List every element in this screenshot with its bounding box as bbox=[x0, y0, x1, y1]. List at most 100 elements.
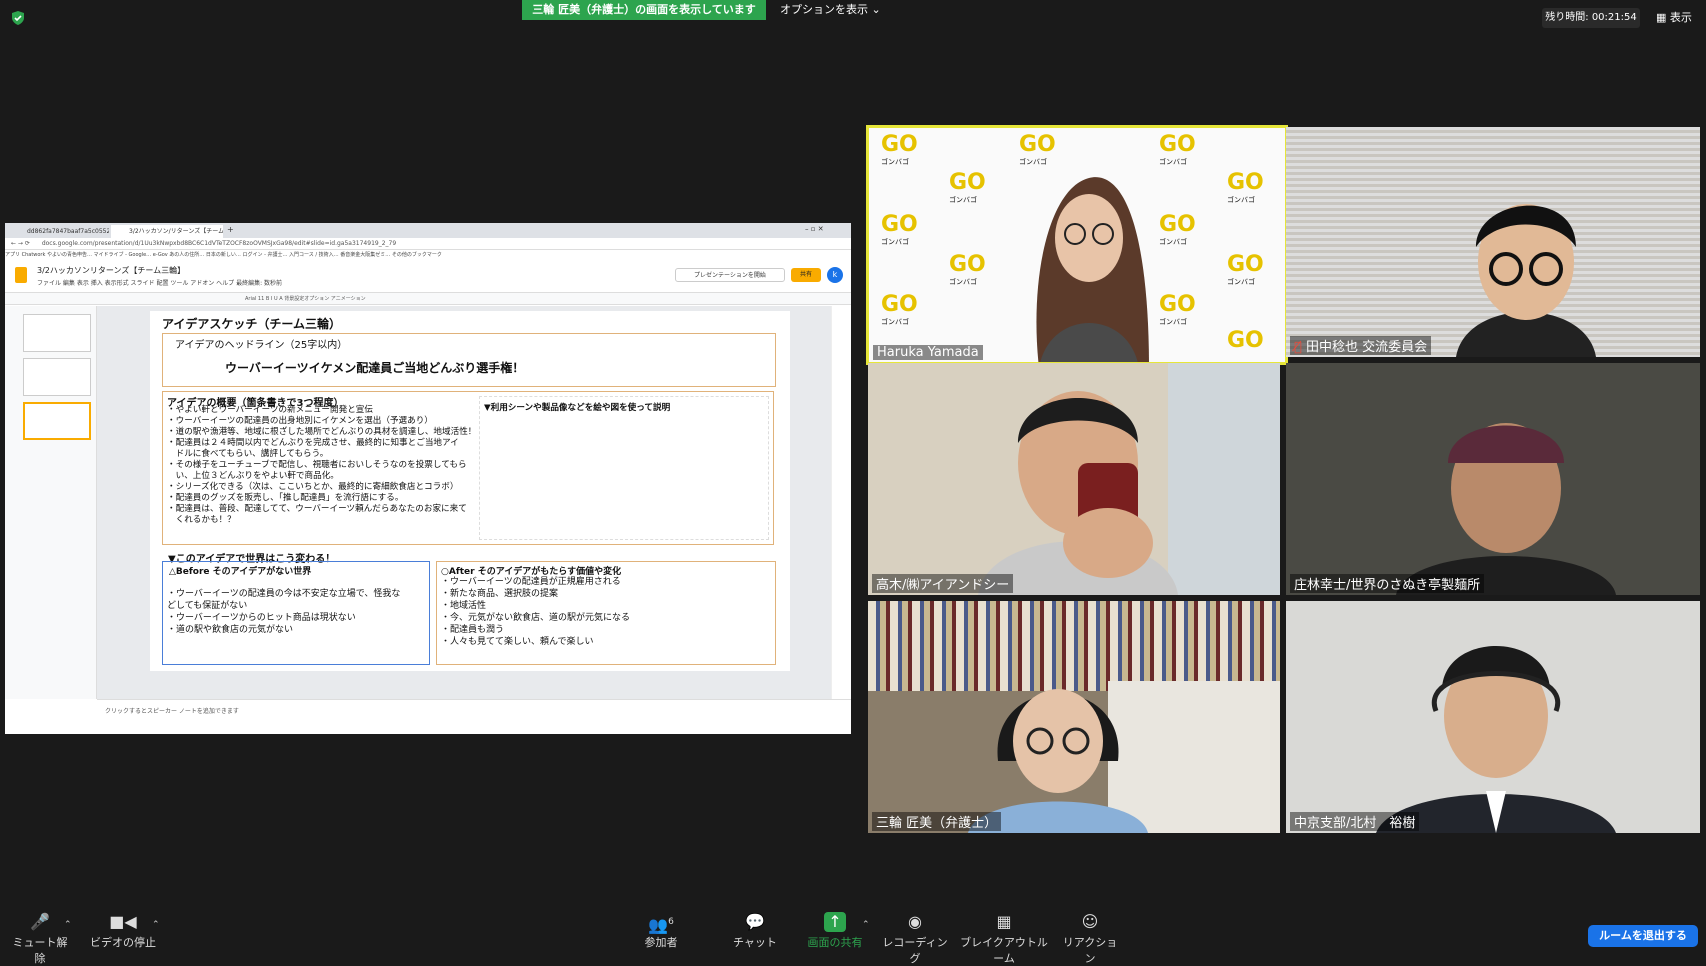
share-screen-button[interactable]: ↑ 画面の共有 bbox=[800, 912, 870, 950]
record-label: レコーディング bbox=[882, 936, 948, 965]
summary-item: ・やよい軒とウーバーイーツの新メニュー開発と宣伝 bbox=[167, 405, 373, 415]
slide-thumbnails bbox=[5, 306, 97, 699]
slide[interactable]: アイデアスケッチ（チーム三輪） アイデアのヘッドライン（25字以内） ウーバーイ… bbox=[150, 311, 790, 671]
grid-icon: ▦ bbox=[1656, 11, 1670, 24]
slides-logo-icon bbox=[15, 267, 27, 283]
go-logo: GO ゴンバゴ bbox=[881, 212, 918, 246]
after-item: ・新たな商品、選択肢の提案 bbox=[441, 589, 559, 599]
participant-video bbox=[1036, 177, 1149, 362]
go-logo: GO ゴンバゴ bbox=[1227, 252, 1264, 286]
record-button[interactable]: ◉ レコーディング bbox=[880, 912, 950, 966]
before-item: ・ウーバーイーツからのヒット商品は現状ない bbox=[167, 613, 356, 623]
participant-name: 三輪 匠美（弁護士） bbox=[872, 812, 1002, 831]
before-box[interactable]: △Before そのアイデアがない世界 ・ウーバーイーツの配達員の今は不安定な立… bbox=[162, 561, 430, 665]
go-logo: GO ゴンバゴ bbox=[949, 252, 986, 286]
breakout-rooms-icon: ▦ bbox=[996, 912, 1012, 931]
video-label: ビデオの停止 bbox=[90, 936, 156, 949]
participant-name: 庄林幸士/世界のさぬき亭製麺所 bbox=[1290, 574, 1485, 593]
view-mode-button[interactable]: ▦ 表示 bbox=[1656, 8, 1702, 28]
chat-icon: 💬 bbox=[745, 912, 765, 931]
chat-button[interactable]: 💬 チャット bbox=[732, 912, 778, 950]
go-logo: GO ゴンバゴ bbox=[1159, 292, 1196, 326]
chat-label: チャット bbox=[733, 936, 777, 949]
notes-placeholder: クリックするとスピーカー ノートを追加できます bbox=[105, 708, 239, 715]
go-logo: GO ゴンバゴ bbox=[1227, 170, 1264, 204]
mic-muted-icon: 🎙̸ bbox=[1294, 340, 1306, 355]
stop-video-button[interactable]: ■◀ ビデオの停止 bbox=[88, 912, 158, 950]
usage-box[interactable]: ▼利用シーンや製品像などを絵や図を使って説明 bbox=[479, 396, 769, 540]
video-tile[interactable]: 高木/㈱アイアンドシー bbox=[868, 363, 1280, 595]
breakout-label: ブレイクアウトルーム bbox=[960, 936, 1048, 965]
reaction-smiley-icon: ☺ bbox=[1081, 912, 1099, 931]
window-controls-icon[interactable]: – ▫ ✕ bbox=[805, 225, 824, 233]
share-options-caret-icon[interactable]: ⌃ bbox=[862, 920, 870, 930]
menu-bar[interactable]: ファイル 編集 表示 挿入 表示形式 スライド 配置 ツール アドオン ヘルプ … bbox=[37, 278, 282, 287]
after-item: ・地域活性 bbox=[441, 601, 487, 611]
after-item: ・人々も見てて楽しい、頼んで楽しい bbox=[441, 637, 594, 647]
go-logo: GO ゴンバゴ bbox=[1159, 132, 1196, 166]
summary-item: い、上位３どんぶりをやよい軒で商品化。 bbox=[167, 471, 339, 481]
video-tile[interactable]: 三輪 匠美（弁護士） bbox=[868, 601, 1280, 833]
slide-title: アイデアスケッチ（チーム三輪） bbox=[162, 317, 342, 331]
breakout-rooms-button[interactable]: ▦ ブレイクアウトルーム bbox=[956, 912, 1052, 966]
video-tile[interactable]: 中京支部/北村 裕樹 bbox=[1286, 601, 1700, 833]
participants-button[interactable]: 👥6 参加者 bbox=[636, 912, 686, 950]
share-label: 画面の共有 bbox=[807, 936, 863, 949]
video-options-caret-icon[interactable]: ⌃ bbox=[152, 920, 160, 930]
browser-tab-bar: dd862fa7847baaf7a5c0552186... 3/2ハッカソン/リ… bbox=[5, 223, 851, 238]
after-list: ・ウーバーイーツの配達員が正規雇用される ・新たな商品、選択肢の提案 ・地域活性… bbox=[441, 576, 630, 648]
browser-tab[interactable]: dd862fa7847baaf7a5c0552186... bbox=[9, 225, 109, 238]
before-item: どしても保証がない bbox=[167, 601, 248, 611]
mute-label: ミュート解除 bbox=[12, 936, 68, 965]
headline-box[interactable]: アイデアのヘッドライン（25字以内） ウーバーイーツイケメン配達員ご当地どんぶり… bbox=[162, 333, 776, 387]
participant-video bbox=[1456, 204, 1596, 357]
audio-options-caret-icon[interactable]: ⌃ bbox=[64, 920, 72, 930]
url-text: docs.google.com/presentation/d/1Uu3kNwpx… bbox=[41, 240, 397, 247]
nav-arrows-icon[interactable]: ← → ⟳ bbox=[11, 240, 30, 247]
present-button[interactable]: プレゼンテーションを開始 bbox=[675, 268, 785, 282]
mute-button[interactable]: 🎤 ミュート解除 bbox=[8, 912, 72, 966]
summary-item: ドルに食べてもらい、講評してもらう。 bbox=[167, 449, 329, 459]
video-tile[interactable]: 庄林幸士/世界のさぬき亭製麺所 bbox=[1286, 363, 1700, 595]
before-list: ・ウーバーイーツの配達員の今は不安定な立場で、怪我な どしても保証がない ・ウー… bbox=[167, 588, 400, 636]
participant-video bbox=[968, 689, 1148, 833]
participant-video bbox=[978, 391, 1178, 595]
browser-tab-active[interactable]: 3/2ハッカソン/リターンズ【チーム三輪】 bbox=[111, 225, 223, 238]
new-tab-icon[interactable]: + bbox=[227, 225, 234, 234]
before-item: ・ウーバーイーツの配達員の今は不安定な立場で、怪我な bbox=[167, 589, 401, 599]
leave-room-button[interactable]: ルームを退出する bbox=[1588, 925, 1698, 947]
document-title[interactable]: 3/2ハッカソンリターンズ【チーム三輪】 bbox=[37, 265, 185, 276]
go-logo: GO ゴンバゴ bbox=[949, 170, 986, 204]
reactions-button[interactable]: ☺ リアクション bbox=[1062, 912, 1118, 966]
editor-toolbar[interactable]: Arial 11 B I U A 背景設定オプション アニメーション bbox=[5, 293, 851, 305]
participants-label: 参加者 bbox=[644, 936, 678, 949]
after-box[interactable]: ○After そのアイデアがもたらす価値や変化 ・ウーバーイーツの配達員が正規雇… bbox=[436, 561, 776, 665]
participant-name: 中京支部/北村 裕樹 bbox=[1290, 812, 1420, 831]
view-label: 表示 bbox=[1669, 11, 1692, 24]
usage-label: ▼利用シーンや製品像などを絵や図を使って説明 bbox=[484, 403, 671, 413]
slides-app-bar: 3/2ハッカソンリターンズ【チーム三輪】 ファイル 編集 表示 挿入 表示形式 … bbox=[5, 261, 851, 293]
security-shield-icon[interactable] bbox=[10, 10, 26, 26]
docs-share-button[interactable]: 共有 bbox=[791, 268, 821, 282]
slide-thumbnail-selected[interactable] bbox=[23, 402, 91, 440]
participant-name: Haruka Yamada bbox=[873, 345, 983, 360]
go-logo: GO ゴンバゴ bbox=[1159, 212, 1196, 246]
participant-name: 🎙̸ 田中稔也 交流委員会 bbox=[1290, 336, 1432, 355]
view-options-button[interactable]: オプションを表示 ⌄ bbox=[780, 0, 890, 20]
address-bar[interactable]: ← → ⟳ docs.google.com/presentation/d/1Uu… bbox=[5, 238, 851, 250]
video-tile[interactable]: 🎙̸ 田中稔也 交流委員会 bbox=[1286, 127, 1700, 357]
summary-list: ・やよい軒とウーバーイーツの新メニュー開発と宣伝 ・ウーバーイーツの配達員の出身… bbox=[167, 405, 483, 526]
user-avatar[interactable]: k bbox=[827, 267, 843, 283]
speaker-notes[interactable]: クリックするとスピーカー ノートを追加できます bbox=[97, 699, 851, 734]
video-tile-active-speaker[interactable]: GO ゴンバゴ GO ゴンバゴ GO ゴンバゴ GO ゴンバゴ GO ゴンバゴ GO ゴンバ… bbox=[866, 125, 1288, 365]
bookmarks-bar: アプリ Chatwork やよいの青色申告… マイドライブ - Google… … bbox=[5, 250, 851, 261]
summary-item: ・配達員は２４時間以内でどんぶりを完成させ、最終的に知事とご当地アイ bbox=[167, 438, 459, 448]
slide-thumbnail[interactable] bbox=[23, 314, 91, 352]
headline-label: アイデアのヘッドライン（25字以内） bbox=[175, 340, 348, 351]
share-screen-icon: ↑ bbox=[824, 912, 846, 932]
slide-thumbnail[interactable] bbox=[23, 358, 91, 396]
summary-box[interactable]: アイデアの概要（箇条書きで3つ程度） ・やよい軒とウーバーイーツの新メニュー開発… bbox=[162, 391, 774, 545]
before-item: ・道の駅や飲食店の元気がない bbox=[167, 625, 294, 635]
participant-name: 高木/㈱アイアンドシー bbox=[872, 574, 1014, 593]
screen-share-banner: 三輪 匠美（弁護士）の画面を表示しています bbox=[522, 0, 766, 20]
